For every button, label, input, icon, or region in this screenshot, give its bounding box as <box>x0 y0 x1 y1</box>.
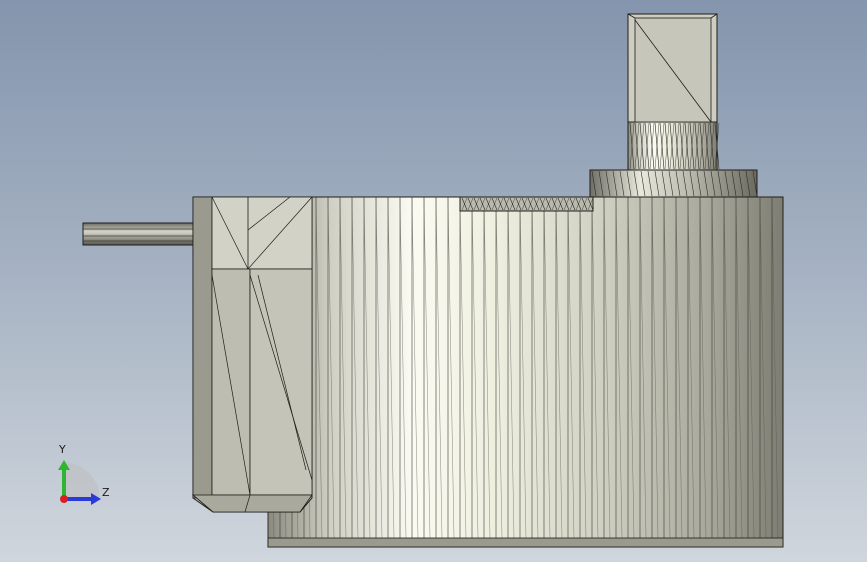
top-slot <box>459 196 594 212</box>
triad-z-label: Z <box>102 486 110 499</box>
upper-ring <box>589 169 758 198</box>
main-cylinder-body <box>267 196 784 548</box>
graphics-viewport[interactable]: Y Z <box>0 0 867 562</box>
cad-model-view[interactable] <box>0 0 867 562</box>
left-shaft <box>82 222 196 246</box>
coordinate-triad <box>58 460 101 505</box>
connector-box <box>191 196 313 513</box>
upper-shaft-block <box>627 13 718 123</box>
upper-shaft-knurl <box>627 121 720 171</box>
triad-y-label: Y <box>59 443 66 456</box>
